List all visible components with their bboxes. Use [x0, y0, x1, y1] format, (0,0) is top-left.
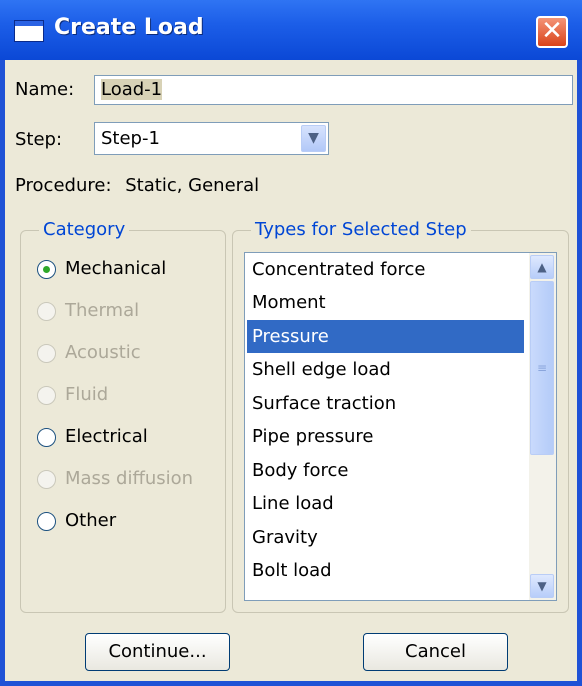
cancel-button[interactable]: Cancel	[363, 633, 508, 671]
arrow-down-icon[interactable]: ▼	[530, 574, 554, 598]
list-item[interactable]: Pipe pressure	[247, 420, 524, 453]
vertical-scrollbar[interactable]: ▲ ≡ ▼	[529, 253, 556, 600]
types-list[interactable]: Concentrated force Moment Pressure Shell…	[244, 252, 557, 601]
list-item-selected[interactable]: Pressure	[247, 320, 524, 353]
radio-circle	[37, 512, 56, 531]
list-item[interactable]: Moment	[247, 286, 524, 319]
list-item[interactable]: Gravity	[247, 521, 524, 554]
radio-dot	[43, 266, 50, 273]
radio-circle	[37, 428, 56, 447]
radio-circle	[37, 386, 56, 405]
arrow-up-icon[interactable]: ▲	[530, 255, 554, 279]
step-value: Step-1	[101, 128, 160, 149]
continue-button[interactable]: Continue...	[85, 633, 230, 671]
name-field[interactable]: Load-1	[94, 75, 573, 105]
step-select[interactable]: Step-1 ▼	[94, 122, 329, 155]
radio-circle	[37, 302, 56, 321]
close-icon: ✕	[541, 16, 563, 46]
radio-circle	[37, 344, 56, 363]
list-item[interactable]: Line load	[247, 487, 524, 520]
types-legend: Types for Selected Step	[251, 219, 471, 240]
procedure-label: Procedure: Static, General	[15, 175, 259, 196]
radio-circle	[37, 470, 56, 489]
name-value: Load-1	[101, 79, 163, 100]
scrollbar-thumb[interactable]: ≡	[530, 281, 554, 455]
list-item[interactable]: Shell edge load	[247, 353, 524, 386]
radio-label: Mechanical	[65, 258, 167, 279]
radio-label: Acoustic	[65, 342, 141, 363]
name-label: Name:	[15, 79, 75, 100]
radio-circle	[37, 260, 56, 279]
radio-label: Mass diffusion	[65, 468, 194, 489]
radio-label: Other	[65, 510, 117, 531]
list-item[interactable]: Concentrated force	[247, 253, 524, 286]
list-item[interactable]: Surface traction	[247, 387, 524, 420]
radio-label: Thermal	[65, 300, 140, 321]
window-icon	[14, 20, 44, 42]
procedure-label-text: Procedure:	[15, 175, 112, 196]
category-legend: Category	[39, 219, 130, 240]
radio-label: Electrical	[65, 426, 148, 447]
step-label: Step:	[15, 129, 63, 150]
procedure-value: Static, General	[125, 175, 260, 196]
create-load-dialog: Create Load ✕ Name: Load-1 Step: Step-1 …	[0, 0, 582, 686]
chevron-down-icon[interactable]: ▼	[301, 125, 326, 152]
close-button[interactable]: ✕	[536, 16, 568, 48]
list-item[interactable]: Bolt load	[247, 554, 524, 587]
title-bar[interactable]: Create Load ✕	[0, 0, 582, 60]
category-group: Category Mechanical Thermal Acoustic Flu…	[20, 219, 226, 613]
radio-label: Fluid	[65, 384, 109, 405]
window-title: Create Load	[54, 15, 204, 40]
list-item[interactable]: Body force	[247, 454, 524, 487]
dialog-body: Name: Load-1 Step: Step-1 ▼ Procedure: S…	[5, 60, 577, 681]
